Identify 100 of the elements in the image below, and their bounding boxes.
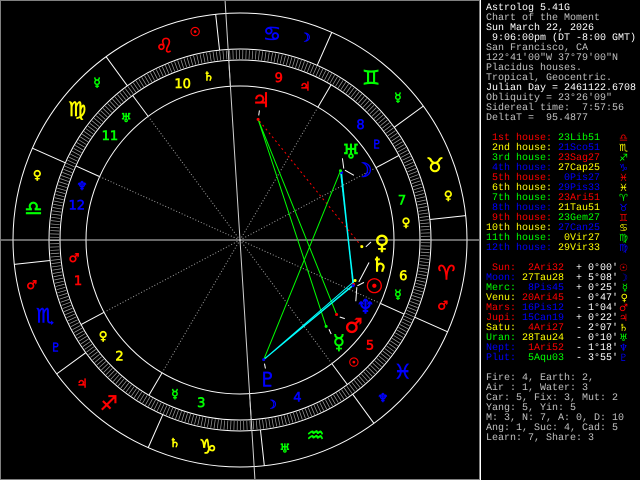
- planet-position: 1Ari52: [526, 344, 564, 354]
- planet-motion: - 3°55': [575, 354, 618, 364]
- planet-name: Sun:: [492, 264, 516, 274]
- zodiac-sign-glyph: ♋: [263, 22, 282, 46]
- house-label: 1st house:: [490, 134, 552, 144]
- house-cusp: 21Tau51: [556, 204, 600, 214]
- planet-marker: [256, 118, 260, 121]
- house-cusp: 23Ari51: [556, 194, 600, 204]
- ruler-glyph: ♀: [444, 188, 453, 202]
- info-line: Placidus houses.: [486, 64, 582, 74]
- planet-name: Plut:: [486, 354, 516, 364]
- ruler-glyph: ♀: [402, 215, 410, 230]
- house-label: 2nd house:: [490, 144, 552, 154]
- summary-line: Fire: 4, Earth: 2,: [486, 374, 594, 384]
- ruler-glyph: ♄: [169, 436, 180, 450]
- planet-glyph: ♄: [618, 324, 628, 334]
- zodiac-sign-glyph: ♌: [156, 33, 174, 58]
- house-label: 7th house:: [490, 194, 552, 204]
- ruler-glyph: ☿: [93, 75, 101, 90]
- house-number: 8: [356, 118, 365, 134]
- planet-glyph: ♅: [618, 334, 628, 344]
- planet-motion: - 1°04': [575, 304, 618, 314]
- planet-position: 4Ari27: [528, 324, 564, 334]
- summary-line: Car: 5, Fix: 3, Mut: 2: [486, 394, 618, 404]
- ruler-glyph: ♀: [32, 168, 42, 182]
- planet-name: Moon:: [486, 274, 516, 284]
- planet-motion: - 2°07': [575, 324, 618, 334]
- ruler-glyph: ☿: [171, 387, 179, 402]
- planet-motion: + 0°00': [575, 264, 618, 274]
- planet-motion: - 0°10': [575, 334, 618, 344]
- sign-glyph: ♐: [618, 154, 628, 164]
- sign-glyph: ♉: [618, 204, 628, 214]
- planet-name: Mars:: [486, 304, 516, 314]
- planet-motion: + 0°22': [575, 314, 618, 324]
- house-label: 12th house:: [486, 244, 552, 254]
- planet-glyph: ☽: [618, 274, 628, 284]
- ruler-glyph: ♆: [76, 179, 88, 194]
- ruler-glyph: ♅: [279, 442, 290, 456]
- planet-position: 20Ari45: [520, 294, 564, 304]
- sign-glyph: ♎: [618, 134, 628, 144]
- house-number: 1: [74, 274, 82, 290]
- planet-motion: + 5°08': [575, 274, 618, 284]
- planet-glyph: ♇: [618, 354, 628, 364]
- planet-glyph: ♃: [252, 88, 270, 112]
- house-number: 3: [197, 396, 206, 412]
- planet-name: Jupi:: [486, 314, 516, 324]
- ruler-glyph: ☿: [394, 90, 402, 104]
- info-line: Julian Day = 2461122.6708: [486, 84, 636, 94]
- zodiac-sign-glyph: ♒: [306, 423, 324, 448]
- house-label: 5th house:: [490, 174, 552, 184]
- house-cusp: 29Vir33: [556, 244, 600, 254]
- house-cusp: 0Vir27: [564, 234, 600, 244]
- house-label: 11th house:: [486, 234, 552, 244]
- ruler-glyph: ♃: [76, 376, 88, 390]
- planet-name: Nept:: [486, 344, 516, 354]
- sign-glyph: ♍: [618, 244, 628, 254]
- planet-glyph: ♂: [618, 304, 628, 314]
- planet-glyph: ♄: [370, 252, 389, 277]
- zodiac-sign-glyph: ♈: [438, 260, 456, 284]
- planet-marker: [335, 313, 338, 316]
- sign-glyph: ♓: [618, 184, 628, 194]
- ruler-glyph: ♂: [26, 278, 38, 292]
- ruler-glyph: ♃: [300, 80, 310, 94]
- zodiac-sign-glyph: ♑: [198, 434, 217, 459]
- summary-line: Air : 1, Water: 3: [486, 384, 588, 394]
- planet-name: Venu:: [486, 294, 516, 304]
- leader-line: [365, 242, 372, 248]
- house-label: 8th house:: [490, 204, 552, 214]
- info-line: Sun March 22, 2026: [486, 24, 594, 34]
- sign-glyph: ♋: [618, 224, 628, 234]
- planet-glyph: ♆: [618, 344, 628, 354]
- sign-glyph: ♑: [618, 164, 628, 174]
- house-number: 9: [274, 71, 283, 86]
- leader-line: [264, 363, 266, 369]
- house-cusp: 21Sco51: [556, 144, 600, 154]
- planet-marker: [324, 324, 328, 328]
- planet-name: Merc:: [486, 284, 516, 294]
- zodiac-sign-glyph: ♊: [362, 65, 380, 90]
- planet-name: Satu:: [486, 324, 516, 334]
- info-line: Astrolog 5.41G: [486, 4, 570, 14]
- info-line: Sidereal time: 7:57:56: [486, 104, 624, 114]
- house-number: 6: [399, 268, 408, 284]
- house-label: 3rd house:: [490, 154, 552, 164]
- ruler-glyph: ☽: [266, 397, 277, 412]
- house-number: 4: [293, 390, 302, 406]
- planet-glyph: ☿: [620, 284, 628, 294]
- info-line: San Francisco, CA: [486, 44, 588, 54]
- zodiac-sign-glyph: ♍: [68, 97, 86, 122]
- ruler-glyph: ♅: [120, 111, 132, 126]
- planet-position: 28Tau24: [520, 334, 564, 344]
- house-cusp: 23Lib51: [556, 134, 600, 144]
- planet-glyph: ♃: [618, 314, 628, 324]
- info-line: 9:06:00pm (DT -8:00 GMT): [492, 34, 636, 44]
- ruler-glyph: ☽: [300, 30, 311, 45]
- sign-glyph: ♏: [618, 144, 628, 154]
- zodiac-sign-glyph: ♓: [394, 359, 412, 384]
- summary-line: Ang: 1, Suc: 4, Cad: 5: [486, 424, 618, 434]
- planet-glyph: ☉: [618, 264, 628, 274]
- planet-glyph: ☿: [332, 330, 345, 354]
- zodiac-sign-glyph: ♐: [100, 390, 118, 415]
